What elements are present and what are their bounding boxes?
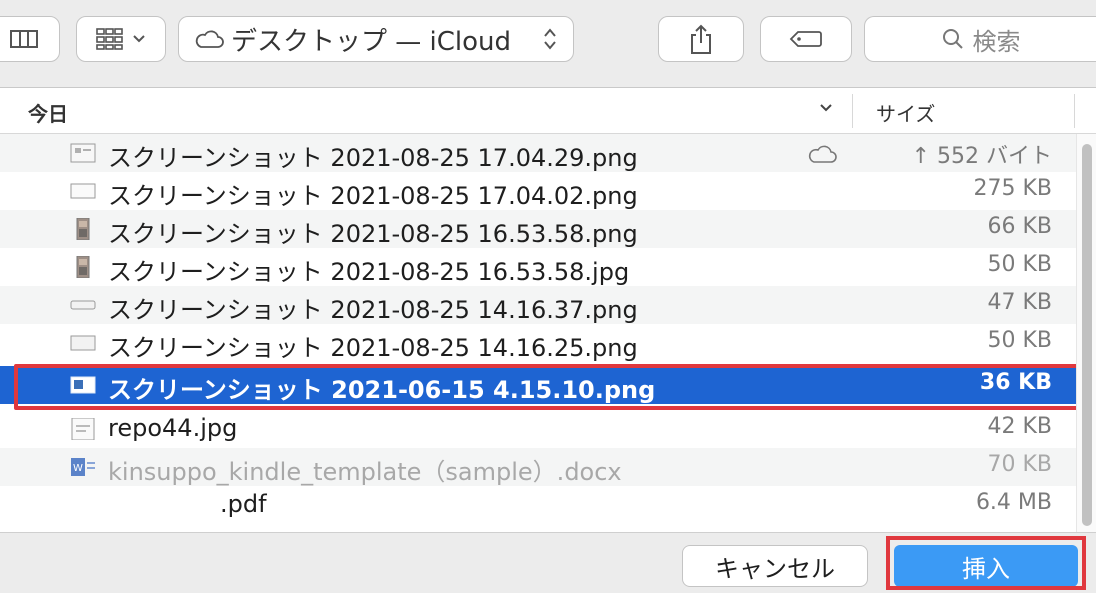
file-row[interactable]: repo44.jpg 42 KB [0, 410, 1076, 448]
share-button[interactable] [658, 16, 744, 62]
file-size: 47 KB [987, 290, 1052, 315]
image-file-icon [76, 256, 90, 278]
word-document-icon: W [71, 458, 95, 476]
icon-grid-icon [96, 28, 123, 50]
insert-highlight-outline [886, 536, 1086, 590]
file-size: 66 KB [987, 214, 1052, 239]
file-name: スクリーンショット 2021-08-25 14.16.25.png [108, 334, 638, 362]
file-name: スクリーンショット 2021-08-25 17.04.29.png [108, 144, 638, 172]
columns-icon [10, 30, 38, 48]
column-view-button[interactable] [0, 16, 60, 62]
share-icon [691, 24, 711, 54]
chevron-down-icon [133, 35, 145, 43]
scrollbar-thumb[interactable] [1082, 144, 1092, 526]
file-size: 50 KB [987, 328, 1052, 353]
file-row[interactable]: .pdf 6.4 MB [0, 486, 1076, 524]
toolbar: デスクトップ — iCloud 検索 [0, 0, 1096, 88]
file-name: .pdf [220, 490, 267, 518]
image-file-icon [70, 300, 96, 310]
file-name: kinsuppo_kindle_template（sample）.docx [108, 458, 622, 486]
location-label: デスクトップ — iCloud [231, 26, 512, 57]
location-popup[interactable]: デスクトップ — iCloud [178, 16, 574, 62]
selection-highlight-outline [14, 364, 1082, 410]
cloud-icon [195, 30, 224, 48]
search-field[interactable]: 検索 [864, 16, 1096, 62]
file-row[interactable]: スクリーンショット 2021-08-25 17.04.29.png ↑ 552 … [0, 134, 1076, 172]
file-size: 275 KB [973, 176, 1052, 201]
file-name: スクリーンショット 2021-08-25 16.53.58.png [108, 220, 638, 248]
column-header: 今日 サイズ [0, 88, 1096, 134]
file-size: ↑ 552 バイト [911, 144, 1052, 169]
search-icon [942, 29, 963, 49]
file-row[interactable]: スクリーンショット 2021-08-25 17.04.02.png 275 KB [0, 172, 1076, 210]
column-divider[interactable] [852, 94, 853, 128]
file-name: スクリーンショット 2021-08-25 16.53.58.jpg [108, 258, 630, 286]
file-row: W kinsuppo_kindle_template（sample）.docx … [0, 448, 1076, 486]
column-divider [1074, 94, 1075, 128]
tag-button[interactable] [760, 16, 852, 62]
image-file-icon [70, 143, 96, 163]
tag-icon [789, 31, 822, 47]
file-name: スクリーンショット 2021-08-25 17.04.02.png [108, 182, 638, 210]
file-row[interactable]: スクリーンショット 2021-08-25 14.16.25.png 50 KB [0, 324, 1076, 362]
view-options-button[interactable] [76, 16, 166, 62]
image-file-icon [71, 418, 95, 440]
file-size: 42 KB [987, 414, 1052, 439]
size-column-header[interactable]: サイズ [876, 98, 935, 127]
file-size: 50 KB [987, 252, 1052, 277]
file-row[interactable]: スクリーンショット 2021-08-25 16.53.58.jpg 50 KB [0, 248, 1076, 286]
name-column-header[interactable]: 今日 [28, 98, 68, 127]
up-down-arrows-icon [544, 28, 556, 50]
cloud-upload-status-icon [808, 145, 837, 163]
cancel-button[interactable]: キャンセル [682, 545, 868, 587]
file-row[interactable]: スクリーンショット 2021-08-25 14.16.37.png 47 KB [0, 286, 1076, 324]
file-list: スクリーンショット 2021-08-25 17.04.29.png ↑ 552 … [0, 134, 1076, 532]
file-name: スクリーンショット 2021-08-25 14.16.37.png [108, 296, 638, 324]
file-size: 6.4 MB [975, 490, 1052, 515]
sort-chevron-icon[interactable] [818, 102, 834, 114]
file-size: 70 KB [987, 452, 1052, 477]
svg-text:W: W [73, 463, 83, 474]
image-file-icon [76, 218, 90, 240]
file-row[interactable]: スクリーンショット 2021-08-25 16.53.58.png 66 KB [0, 210, 1076, 248]
file-name: repo44.jpg [108, 414, 238, 442]
image-file-icon [70, 183, 96, 199]
image-file-icon [70, 335, 96, 351]
search-placeholder: 検索 [972, 27, 1021, 56]
